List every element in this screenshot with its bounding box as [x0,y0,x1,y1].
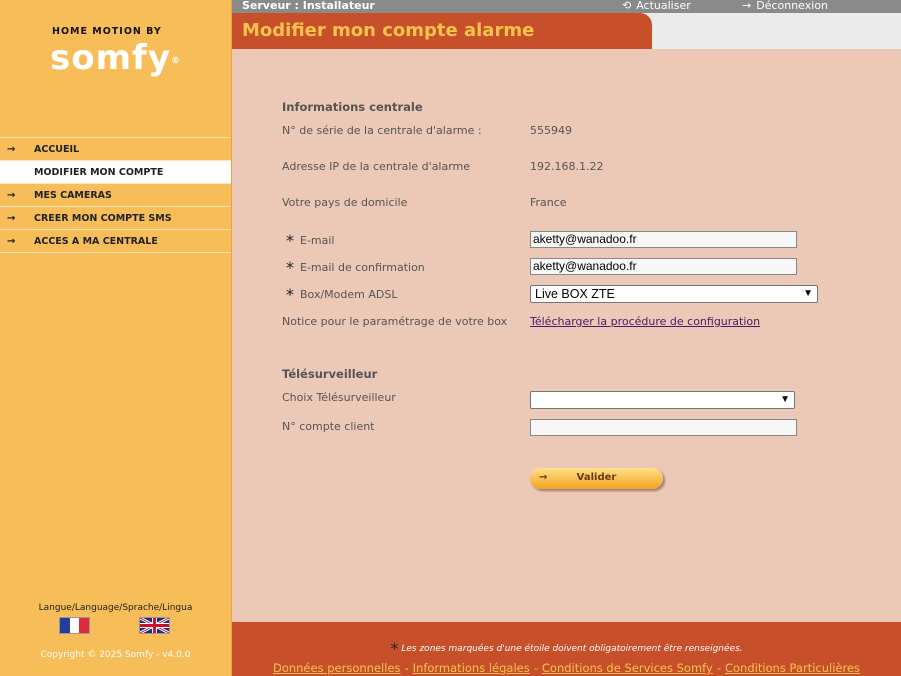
server-label: Serveur : Installateur [242,0,375,12]
logout-label: Déconnexion [756,0,829,12]
sidebar-item-accueil[interactable]: → ACCUEIL [0,137,231,160]
footer: * Les zones marquées d'une étoile doivent… [232,622,901,676]
footer-links: Données personnelles - Informations légale… [232,661,901,675]
ip-label: Adresse IP de la centrale d'alarme [282,160,471,173]
footer-separator: - [533,661,538,675]
telesurveilleur-choice-label: Choix Télésurveilleur [282,391,396,404]
sidebar-item-label: MES CAMERAS [34,189,112,201]
copyright-text: Copyright © 2025 Somfy - v4.0.0 [40,650,191,660]
refresh-label: Actualiser [636,0,691,12]
arrow-right-icon: → [7,235,16,247]
required-star-icon: * [286,285,294,304]
refresh-link[interactable]: ⟲ Actualiser [622,0,691,12]
validate-label: Valider [576,472,617,483]
client-account-input[interactable] [530,419,797,436]
required-fields-note: * Les zones marquées d'une étoile doivent… [232,636,901,658]
footer-link-service-conditions[interactable]: Conditions de Services Somfy [542,661,713,675]
footer-separator: - [404,661,409,675]
top-bar: Serveur : Installateur ⟲ Actualiser → Déco… [232,0,901,13]
registered-mark: ® [170,56,181,66]
country-label: Votre pays de domicile [282,196,408,209]
sidebar-item-creer-compte-sms[interactable]: → CREER MON COMPTE SMS [0,206,231,229]
french-flag-icon[interactable] [59,617,90,634]
chevron-down-icon: ▼ [780,394,790,405]
sidebar-item-acces-centrale[interactable]: → ACCES A MA CENTRALE [0,229,231,253]
telesurveilleur-select[interactable]: ▼ [530,391,795,409]
email-confirm-input[interactable]: aketty@wanadoo.fr [530,258,797,275]
required-star-icon: * [286,258,294,277]
uk-flag-icon[interactable] [139,617,170,634]
footer-link-particular-conditions[interactable]: Conditions Particulières [725,661,860,675]
serial-label: N° de série de la centrale d'alarme : [282,124,482,137]
required-star-icon: * [286,231,294,250]
box-label-row: * Box/Modem ADSL [286,283,398,304]
header-tab: Modifier mon compte alarme [232,13,652,49]
footer-link-legal[interactable]: Informations légales [413,661,530,675]
sidebar-item-label: CREER MON COMPTE SMS [34,212,172,224]
brand-top-text: HOME MOTION BY [52,26,162,37]
section-title-central: Informations centrale [282,100,423,114]
email-confirm-label: E-mail de confirmation [300,261,425,274]
refresh-icon: ⟲ [622,0,632,12]
somfy-logo[interactable]: somfy® [50,38,181,78]
arrow-right-icon: → [7,212,16,224]
notice-label: Notice pour le paramétrage de votre box [282,315,508,328]
email-input[interactable]: aketty@wanadoo.fr [530,231,797,248]
arrow-right-icon: → [7,189,16,201]
box-modem-selected: Live BOX ZTE [535,287,615,301]
arrow-right-icon: → [7,143,16,155]
language-label: Langue/Language/Sprache/Lingua [38,603,193,613]
footer-link-personal-data[interactable]: Données personnelles [273,661,401,675]
section-title-telesurveilleur: Télésurveilleur [282,367,378,381]
email-label-row: * E-mail [286,229,335,250]
client-account-label: N° compte client [282,420,375,433]
sidebar-item-modifier-mon-compte[interactable]: MODIFIER MON COMPTE [0,160,231,183]
email-confirm-label-row: * E-mail de confirmation [286,256,425,277]
sidebar-item-mes-cameras[interactable]: → MES CAMERAS [0,183,231,206]
serial-value: 555949 [530,124,572,137]
sidebar-item-label: ACCES A MA CENTRALE [34,235,158,247]
page-title: Modifier mon compte alarme [242,20,535,41]
box-label: Box/Modem ADSL [300,288,398,301]
arrow-right-icon: → [742,0,752,12]
box-modem-select[interactable]: Live BOX ZTE ▼ [530,285,818,303]
validate-button[interactable]: → Valider [530,468,663,489]
email-label: E-mail [300,234,335,247]
brand-name: somfy [50,38,171,78]
country-value: France [530,196,567,209]
required-note-text: Les zones marquées d'une étoile doivent … [401,644,743,654]
sidebar: HOME MOTION BY somfy® → ACCUEIL MODIFIER… [0,0,232,676]
logout-link[interactable]: → Déconnexion [742,0,828,12]
main-content: Informations centrale N° de série de la … [232,49,901,622]
required-star-icon: * [390,639,399,658]
sidebar-item-label: ACCUEIL [34,143,80,155]
footer-separator: - [716,661,721,675]
sidebar-item-label: MODIFIER MON COMPTE [34,166,164,178]
download-procedure-link[interactable]: Télécharger la procédure de configuratio… [530,315,760,328]
ip-value: 192.168.1.22 [530,160,604,173]
chevron-down-icon: ▼ [803,288,813,299]
sidebar-nav: → ACCUEIL MODIFIER MON COMPTE → MES CAME… [0,137,231,253]
